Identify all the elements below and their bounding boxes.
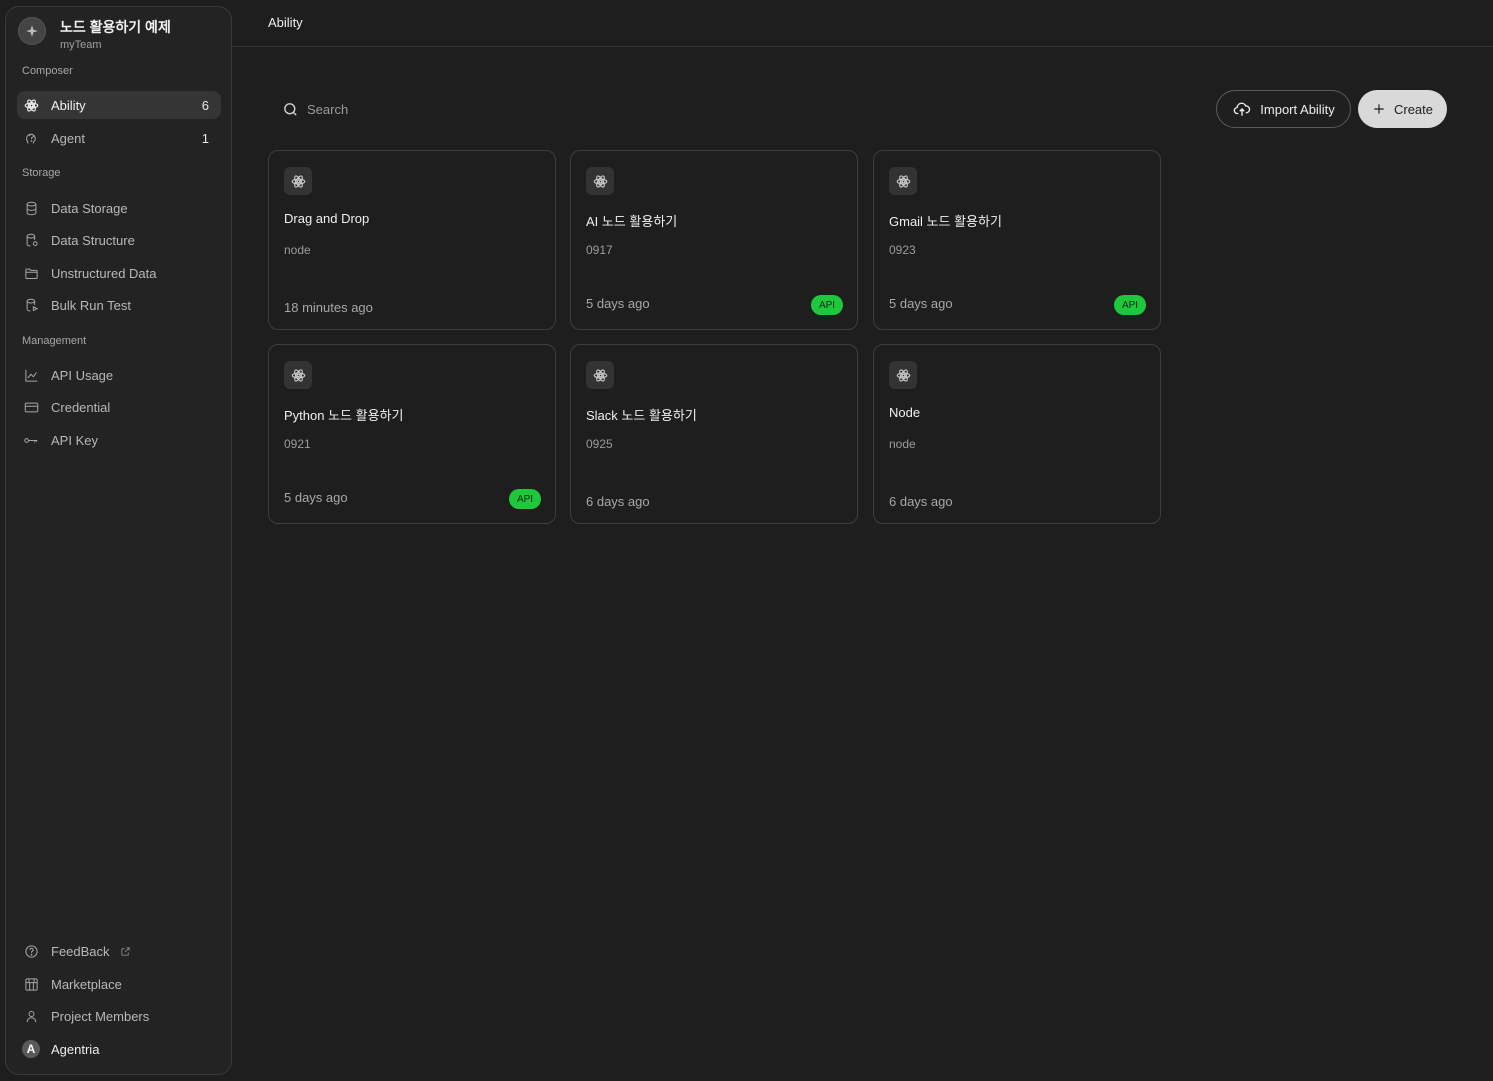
folder-icon (23, 265, 39, 281)
card-timestamp: 5 days ago (284, 490, 348, 505)
ability-card[interactable]: Node node 6 days ago (873, 344, 1161, 524)
user-profile[interactable]: A Agentria (17, 1035, 221, 1063)
sidebar-item-bulk-run-test[interactable]: Bulk Run Test (17, 291, 221, 319)
sidebar-item-unstructured-data[interactable]: Unstructured Data (17, 259, 221, 287)
card-timestamp: 5 days ago (586, 296, 650, 311)
cloud-upload-icon (1233, 102, 1251, 116)
ability-card[interactable]: Gmail 노드 활용하기 0923 5 days ago API (873, 150, 1161, 330)
card-description: 0921 (284, 437, 311, 451)
ability-icon (889, 361, 917, 389)
api-badge: API (509, 489, 541, 509)
card-title: Python 노드 활용하기 (284, 408, 404, 423)
section-label-storage: Storage (22, 167, 61, 179)
card-title: AI 노드 활용하기 (586, 214, 678, 229)
ability-icon (889, 167, 917, 195)
sidebar-item-data-storage[interactable]: Data Storage (17, 194, 221, 222)
sidebar-item-label: Ability (51, 97, 86, 113)
card-title: Node (889, 405, 921, 420)
database-settings-icon (23, 232, 39, 248)
card-timestamp: 5 days ago (889, 296, 953, 311)
ability-card[interactable]: AI 노드 활용하기 0917 5 days ago API (570, 150, 858, 330)
card-title: Drag and Drop (284, 211, 370, 226)
sidebar-item-label: API Key (51, 432, 98, 448)
ability-card[interactable]: Drag and Drop node 18 minutes ago (268, 150, 556, 330)
topbar: Ability (232, 0, 1493, 47)
app-root: 노드 활용하기 예제 myTeam Composer Ability 6 Age… (0, 0, 1493, 1081)
ability-icon (23, 97, 39, 113)
project-switcher[interactable]: 노드 활용하기 예제 myTeam (18, 17, 218, 57)
sidebar-item-label: Credential (51, 399, 111, 415)
sidebar-item-ability[interactable]: Ability 6 (17, 91, 221, 119)
page-title: Ability (268, 15, 303, 30)
import-ability-label: Import Ability (1260, 101, 1335, 117)
sidebar-item-label: Bulk Run Test (51, 297, 131, 313)
api-badge: API (1114, 295, 1146, 315)
sidebar-item-project-members[interactable]: Project Members (17, 1002, 221, 1030)
agent-head-icon (23, 130, 39, 146)
agent-count: 1 (201, 130, 209, 146)
ability-icon (284, 361, 312, 389)
card-title: Slack 노드 활용하기 (586, 408, 697, 423)
avatar: A (22, 1040, 40, 1058)
card-description: 0923 (889, 243, 916, 257)
ability-icon (586, 167, 614, 195)
api-badge: API (811, 295, 843, 315)
ability-count: 6 (201, 97, 209, 113)
sidebar-item-label: Data Structure (51, 232, 135, 248)
project-team: myTeam (60, 39, 102, 51)
card-timestamp: 18 minutes ago (284, 300, 373, 315)
card-description: node (284, 243, 311, 257)
ability-card[interactable]: Python 노드 활용하기 0921 5 days ago API (268, 344, 556, 524)
card-description: 0925 (586, 437, 613, 451)
ability-icon (284, 167, 312, 195)
chart-line-icon (23, 367, 39, 383)
sidebar-item-api-usage[interactable]: API Usage (17, 361, 221, 389)
ability-icon (586, 361, 614, 389)
user-icon (23, 1008, 39, 1024)
card-description: 0917 (586, 243, 613, 257)
user-name: Agentria (51, 1041, 100, 1057)
store-icon (23, 976, 39, 992)
sidebar-item-label: API Usage (51, 367, 114, 383)
external-link-icon (120, 946, 131, 957)
sidebar-item-label: Unstructured Data (51, 265, 157, 281)
sidebar-item-marketplace[interactable]: Marketplace (17, 970, 221, 998)
card-title: Gmail 노드 활용하기 (889, 214, 1002, 229)
sidebar-item-agent[interactable]: Agent 1 (17, 124, 221, 152)
sidebar-item-credential[interactable]: Credential (17, 393, 221, 421)
database-run-icon (23, 297, 39, 313)
sidebar: 노드 활용하기 예제 myTeam Composer Ability 6 Age… (5, 6, 232, 1075)
credit-card-icon (23, 399, 39, 415)
sidebar-item-feedback[interactable]: FeedBack (17, 937, 221, 965)
card-timestamp: 6 days ago (889, 494, 953, 509)
sidebar-item-api-key[interactable]: API Key (17, 426, 221, 454)
search-icon (284, 102, 297, 116)
create-button[interactable]: Create (1358, 90, 1447, 128)
sidebar-item-label: Agent (51, 130, 85, 146)
key-icon (23, 432, 39, 448)
project-logo-icon (18, 17, 46, 45)
search-input[interactable]: Search (282, 99, 482, 119)
plus-icon (1374, 104, 1384, 114)
sidebar-item-label: Project Members (51, 1008, 150, 1024)
sidebar-item-label: Data Storage (51, 200, 128, 216)
card-description: node (889, 437, 916, 451)
sidebar-item-data-structure[interactable]: Data Structure (17, 226, 221, 254)
section-label-management: Management (22, 335, 87, 347)
sidebar-item-label: Marketplace (51, 976, 122, 992)
section-label-composer: Composer (22, 65, 73, 77)
create-label: Create (1393, 101, 1434, 117)
import-ability-button[interactable]: Import Ability (1216, 90, 1351, 128)
search-placeholder: Search (307, 101, 349, 117)
card-timestamp: 6 days ago (586, 494, 650, 509)
help-circle-icon (23, 943, 39, 959)
ability-card[interactable]: Slack 노드 활용하기 0925 6 days ago (570, 344, 858, 524)
database-icon (23, 200, 39, 216)
project-name: 노드 활용하기 예제 (60, 19, 171, 35)
sidebar-item-label: FeedBack (51, 943, 110, 959)
